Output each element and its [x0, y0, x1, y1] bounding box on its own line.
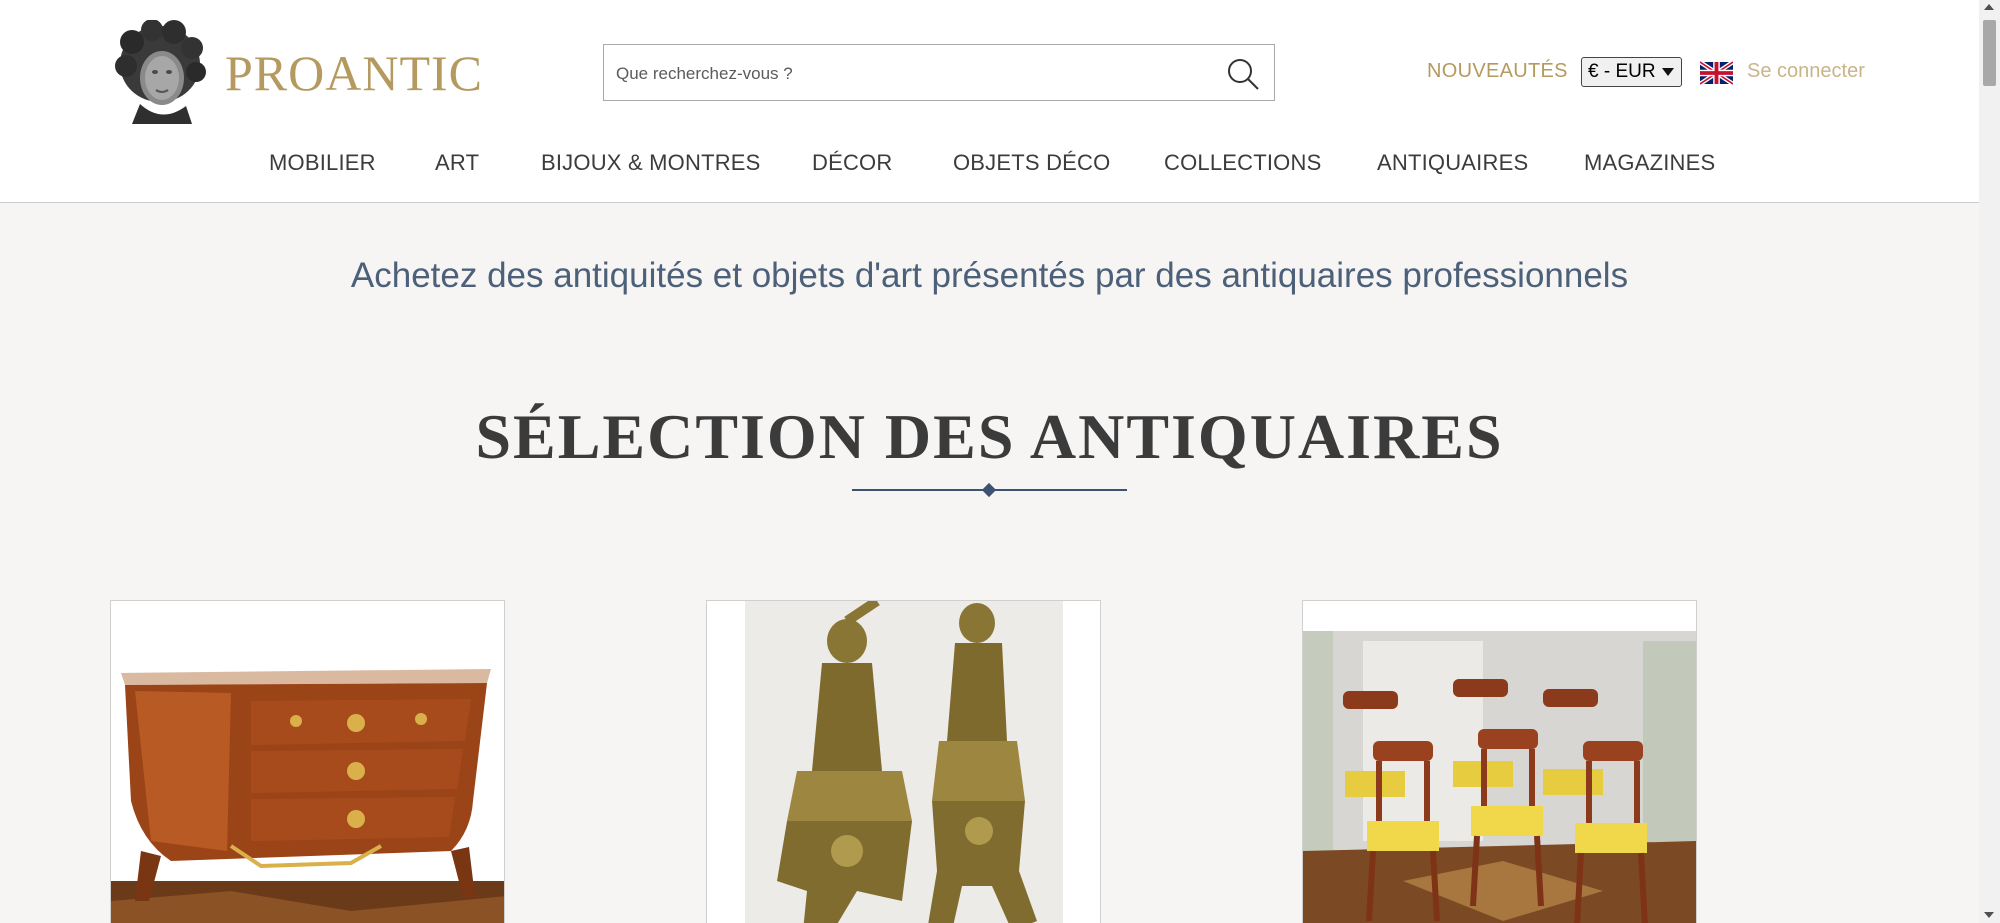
- scrollbar-thumb[interactable]: [1983, 20, 1996, 86]
- chevron-down-icon: [1662, 68, 1674, 76]
- new-arrivals-link[interactable]: NOUVEAUTÉS: [1427, 60, 1568, 83]
- currency-select[interactable]: € - EUR: [1581, 57, 1682, 87]
- product-card[interactable]: [110, 600, 505, 923]
- scroll-down-arrow-icon[interactable]: [1984, 912, 1994, 918]
- tagline: Achetez des antiquités et objets d'art p…: [350, 256, 1629, 295]
- vertical-scrollbar[interactable]: [1979, 0, 2000, 923]
- currency-selected-value: € - EUR: [1588, 61, 1656, 82]
- main-nav: MOBILIER ART BIJOUX & MONTRES DÉCOR OBJE…: [0, 150, 1979, 180]
- nav-item-bijoux-montres[interactable]: BIJOUX & MONTRES: [541, 150, 761, 176]
- chairs-image: [1303, 601, 1696, 923]
- nav-item-art[interactable]: ART: [435, 150, 479, 176]
- logo-text[interactable]: PROANTIC: [225, 44, 483, 102]
- search-bar: [603, 44, 1275, 102]
- search-icon[interactable]: [1226, 57, 1260, 91]
- scroll-up-arrow-icon[interactable]: [1984, 4, 1994, 10]
- search-input[interactable]: [614, 45, 1208, 102]
- nav-item-objets-deco[interactable]: OBJETS DÉCO: [953, 150, 1110, 176]
- nav-item-magazines[interactable]: MAGAZINES: [1584, 150, 1715, 176]
- commode-image: [111, 601, 504, 923]
- uk-flag-icon[interactable]: [1700, 61, 1733, 85]
- nav-item-mobilier[interactable]: MOBILIER: [269, 150, 376, 176]
- title-divider-diamond: [981, 482, 997, 498]
- bronze-chenets-image: [707, 601, 1100, 923]
- page: PROANTIC NOUVEAUTÉS € - EUR Se connecter…: [0, 0, 1979, 923]
- logo-bust-icon[interactable]: [112, 20, 208, 124]
- section-title: SÉLECTION DES ANTIQUAIRES: [475, 401, 1504, 472]
- nav-item-collections[interactable]: COLLECTIONS: [1164, 150, 1321, 176]
- product-card[interactable]: [1302, 600, 1697, 923]
- site-header: PROANTIC NOUVEAUTÉS € - EUR Se connecter…: [0, 0, 1979, 203]
- nav-item-decor[interactable]: DÉCOR: [812, 150, 892, 176]
- product-card[interactable]: [706, 600, 1101, 923]
- login-link[interactable]: Se connecter: [1747, 60, 1865, 83]
- nav-item-antiquaires[interactable]: ANTIQUAIRES: [1377, 150, 1528, 176]
